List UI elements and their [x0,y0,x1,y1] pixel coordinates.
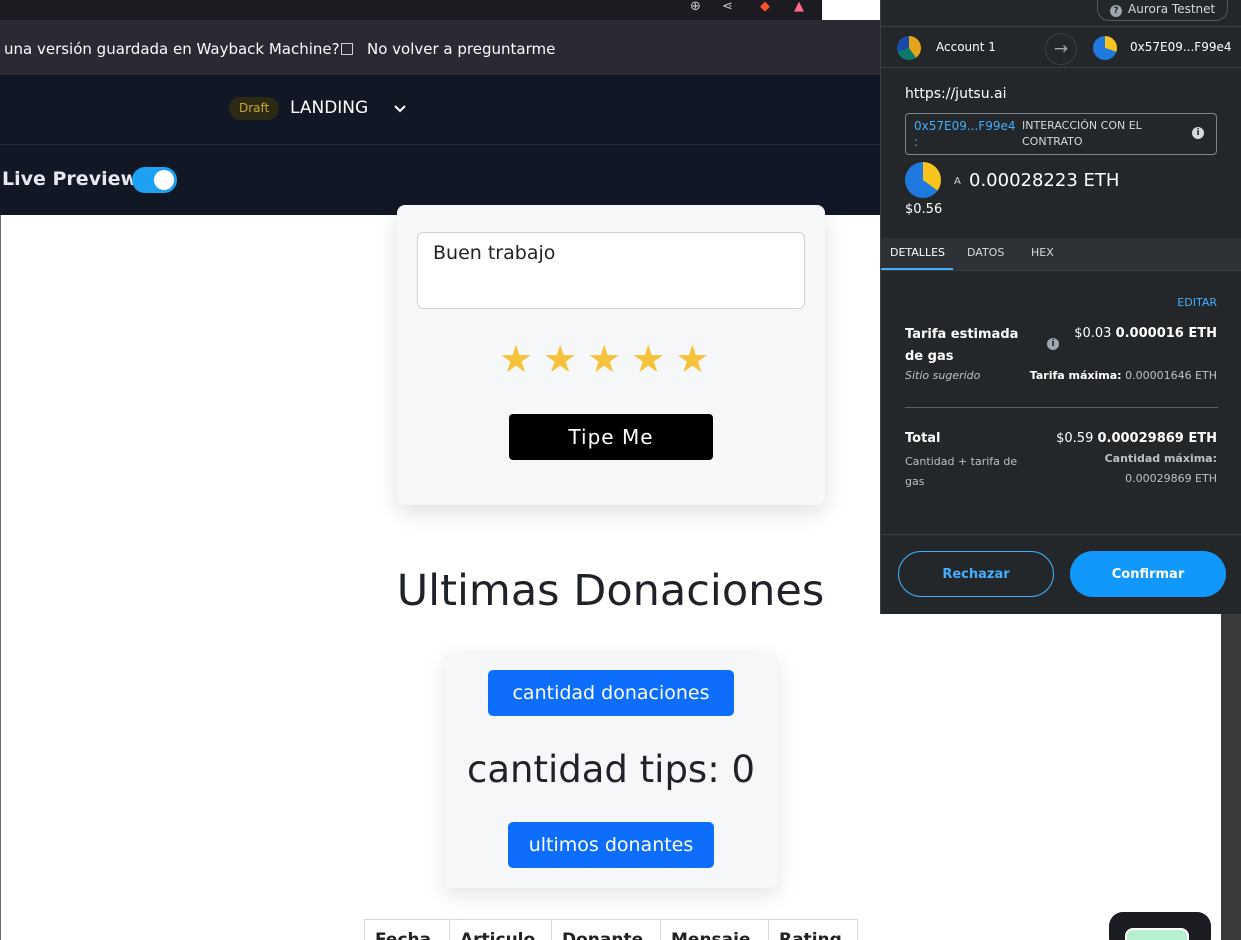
dont-ask-label[interactable]: No volver a preguntarme [367,40,555,58]
wayback-question: una versión guardada en Wayback Machine? [4,40,340,58]
page-selector-label[interactable]: LANDING [290,98,368,118]
info-icon[interactable]: i [1047,338,1059,350]
dont-ask-checkbox[interactable] [341,43,353,55]
to-address: 0x57E09...F99e4 [1130,40,1232,54]
star-icon[interactable]: ★ [675,340,709,378]
donations-table: Fecha Articulo Donante Mensaje Rating [364,919,858,940]
tip-me-button[interactable]: Tipe Me [509,414,713,460]
gas-fee-eth: 0.000016 ETH [1115,326,1217,341]
brave-icon[interactable]: ◆ [760,0,770,14]
transaction-amount-usd: $0.56 [905,202,943,217]
wallet-confirmation-panel: ? Aurora Testnet Account 1 → 0x57E09...F9… [880,0,1241,614]
editor-header: Draft LANDING Live Preview [0,75,880,215]
draft-badge: Draft [229,97,280,120]
chat-widget-icon [1125,928,1189,940]
table-header-cell: Fecha [364,919,450,940]
total-value: $0.59 0.00029869 ETH [1056,431,1217,446]
share-icon[interactable]: ⋖ [722,0,733,14]
arrow-right-icon: → [1045,33,1077,65]
total-eth: 0.00029869 ETH [1097,431,1217,446]
gas-fee-source: Sitio sugerido [905,369,981,382]
table-header-cell: Donante [551,919,661,940]
star-icon[interactable]: ★ [587,340,621,378]
edit-fee-link[interactable]: EDITAR [1177,296,1217,309]
request-origin: https://jutsu.ai [905,86,1007,102]
star-icon[interactable]: ★ [543,340,577,378]
table-header-cell: Rating [768,919,858,940]
triangle-icon[interactable]: ▲ [794,0,804,14]
network-name: Aurora Testnet [1128,2,1216,16]
table-header-cell: Articulo [449,919,552,940]
token-avatar [905,162,941,198]
recipient-avatar [1093,36,1117,60]
reject-button[interactable]: Rechazar [898,551,1054,597]
total-description: Cantidad + tarifa de gas [905,455,1018,488]
gas-fee-value: $0.03 0.000016 ETH [1074,326,1217,341]
account-avatar [897,36,921,60]
account-row: Account 1 → 0x57E09...F99e4 [881,26,1241,68]
tab-data[interactable]: DATOS [967,246,1004,259]
donations-card: cantidad donaciones cantidad tips: 0 ult… [444,652,778,888]
chat-widget-button[interactable] [1109,912,1211,940]
gas-fee-usd: $0.03 [1074,326,1112,341]
zoom-icon[interactable]: ⊕ [690,0,701,14]
transaction-amount: 0.00028223 ETH [969,170,1120,191]
header-divider [0,144,880,145]
info-icon[interactable]: i [1192,127,1204,139]
total-max-label: Cantidad máxima: [1104,452,1217,465]
footer-divider [881,534,1241,535]
contract-address-link[interactable]: 0x57E09...F99e4 : [914,118,1016,150]
from-account-name: Account 1 [936,40,996,54]
gas-max-fee: Tarifa máxima: 0.00001646 ETH [1030,369,1217,382]
contract-interaction-label: INTERACCIÓN CON EL CONTRATO [1022,119,1142,148]
star-icon[interactable]: ★ [631,340,665,378]
tab-hex[interactable]: HEX [1031,246,1054,259]
tab-details[interactable]: DETALLES [890,246,945,259]
gas-max-value: 0.00001646 ETH [1125,369,1217,382]
table-header-cell: Mensaje [660,919,769,940]
tip-message-textarea[interactable]: Buen trabajo [417,232,805,309]
active-tab-indicator [881,268,953,270]
table-header-row: Fecha Articulo Donante Mensaje Rating [364,919,858,940]
tip-card: Buen trabajo ★ ★ ★ ★ ★ Tipe Me [397,205,825,505]
star-rating[interactable]: ★ ★ ★ ★ ★ [499,340,709,378]
amount-prefix: A [954,176,961,187]
help-icon: ? [1110,5,1122,17]
live-preview-toggle[interactable] [132,167,177,193]
total-usd: $0.59 [1056,431,1094,446]
wayback-notification-bar: una versión guardada en Wayback Machine?… [0,20,880,75]
star-icon[interactable]: ★ [499,340,533,378]
total-max-value: 0.00029869 ETH [1125,472,1217,485]
confirm-button[interactable]: Confirmar [1070,551,1226,597]
chevron-down-icon[interactable] [394,103,406,115]
preview-right-border [1221,614,1241,940]
gas-fee-label: Tarifa estimada de gas [905,327,1019,364]
gas-max-label: Tarifa máxima: [1029,369,1122,382]
toggle-knob [154,170,174,190]
browser-toolbar-strip: ⊕ ⋖ ◆ ▲ [0,0,822,20]
tips-count-text: cantidad tips: 0 [467,748,755,791]
contract-interaction-box: 0x57E09...F99e4 : INTERACCIÓN CON EL CON… [905,113,1217,155]
total-label: Total [905,431,941,446]
summary-divider [905,407,1218,408]
donation-count-button[interactable]: cantidad donaciones [488,670,734,716]
latest-donors-button[interactable]: ultimos donantes [508,822,714,868]
live-preview-label: Live Preview [2,168,139,190]
detail-tabs: DETALLES DATOS HEX [881,238,1241,271]
network-selector[interactable]: ? Aurora Testnet [1097,0,1229,21]
